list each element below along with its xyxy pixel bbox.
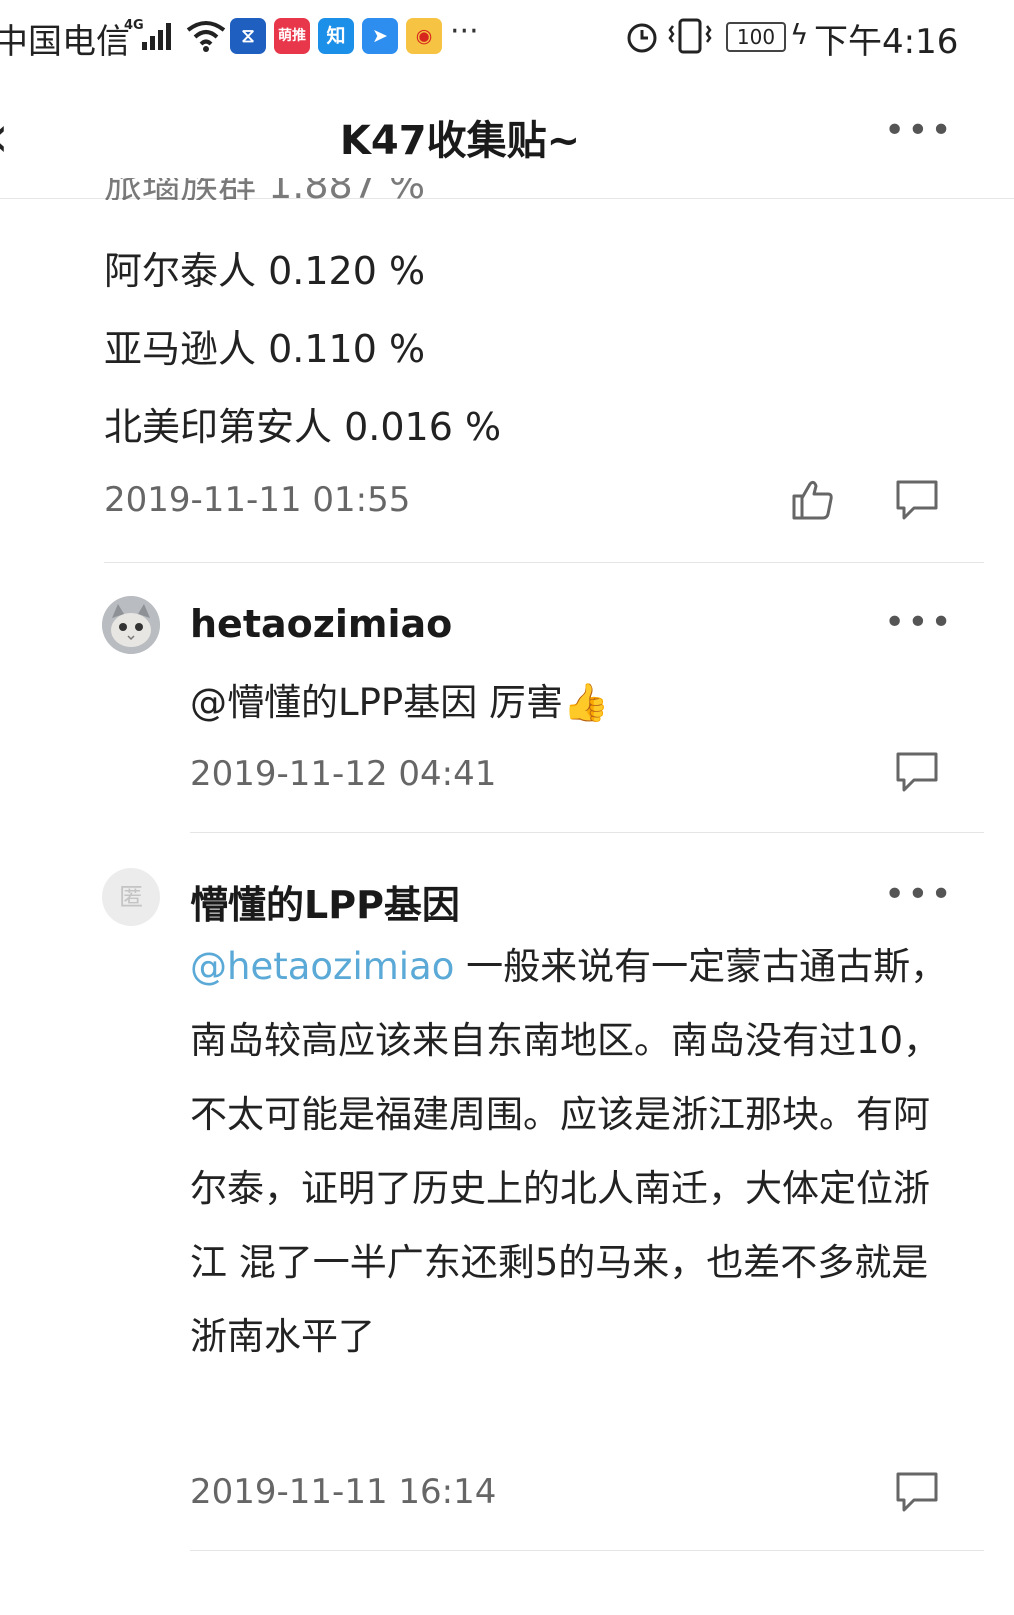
reply-username[interactable]: hetaozimiao (190, 602, 452, 646)
comment-icon[interactable] (894, 478, 940, 522)
thumbs-up-icon[interactable] (790, 476, 836, 522)
status-bar: 中国电信 4G ⧖ 萌推 知 ➤ ◉ ··· 100 ϟ 下午4:16 (0, 0, 1014, 76)
signal-icon (138, 20, 178, 50)
charging-icon: ϟ (790, 18, 809, 51)
divider (190, 1550, 984, 1551)
anonymous-avatar[interactable]: 匿 (102, 868, 160, 926)
post-date: 2019-11-11 01:55 (104, 480, 411, 520)
reply-more-button[interactable]: ••• (884, 874, 954, 915)
cat-avatar-icon (102, 596, 160, 654)
zhihu-app-icon: 知 (318, 18, 354, 54)
carrier-name: 中国电信 (0, 22, 130, 62)
reply-more-button[interactable]: ••• (884, 602, 954, 643)
weibo-app-icon: ◉ (406, 18, 442, 54)
avatar[interactable] (102, 596, 160, 654)
vibrate-icon (668, 18, 712, 54)
divider (104, 562, 984, 563)
divider (190, 832, 984, 833)
more-options-button[interactable]: ••• (884, 110, 954, 151)
wifi-icon (186, 21, 226, 52)
reply-body: @hetaozimiao 一般来说有一定蒙古通古斯，南岛较高应该来自东南地区。南… (190, 930, 950, 1374)
status-time: 下午4:16 (814, 22, 959, 62)
cut-off-line-clip: 旅瑙族群 1.887 % (104, 178, 704, 200)
reply-date: 2019-11-12 04:41 (190, 754, 497, 794)
mengchong-app-icon: 萌推 (274, 18, 310, 54)
post-line: 北美印第安人 0.016 % (104, 405, 502, 449)
comment-icon[interactable] (894, 1470, 940, 1514)
reply-date: 2019-11-11 16:14 (190, 1472, 497, 1512)
page-title: K47收集贴~ (339, 118, 581, 164)
reply-text: 一般来说有一定蒙古通古斯，南岛较高应该来自东南地区。南岛没有过10，不太可能是福… (190, 945, 948, 1358)
reply-username[interactable]: 懵懂的LPP基因 (190, 874, 460, 929)
tencent-app-icon: ➤ (362, 18, 398, 54)
alarm-icon (627, 23, 657, 53)
dna-app-icon: ⧖ (230, 18, 266, 54)
mention-link[interactable]: @hetaozimiao (190, 945, 454, 988)
more-notifications-icon: ··· (450, 14, 479, 49)
comment-icon[interactable] (894, 750, 940, 794)
reply-text: @懵懂的LPP基因 厉害👍 (190, 681, 610, 724)
battery-icon: 100 (726, 22, 786, 52)
post-line: 亚马逊人 0.110 % (104, 327, 426, 371)
post-line: 阿尔泰人 0.120 % (104, 249, 426, 293)
post-line-cut: 旅瑙族群 1.887 % (104, 178, 426, 200)
